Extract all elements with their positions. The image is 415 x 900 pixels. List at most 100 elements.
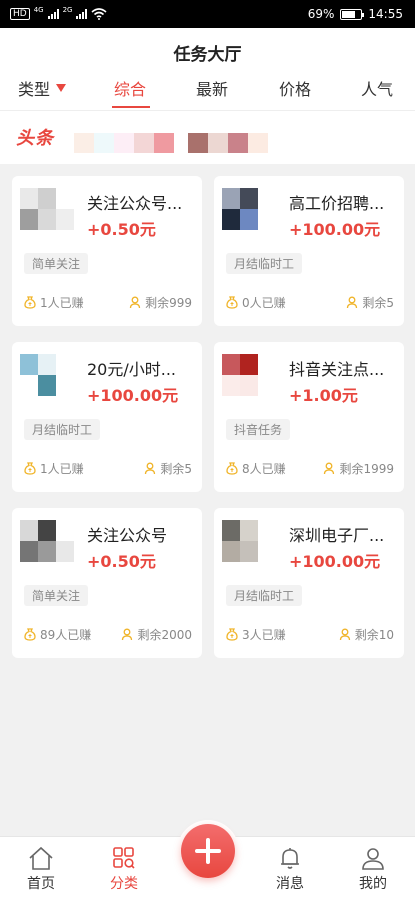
plus-icon xyxy=(181,824,235,878)
task-reward: +100.00元 xyxy=(289,552,381,571)
person-icon xyxy=(145,462,156,475)
bell-icon xyxy=(281,848,299,869)
nav-messages-label: 消息 xyxy=(276,876,304,892)
task-category-tag: 月结临时工 xyxy=(24,419,101,440)
task-stats: 1人已赚 剩余5 xyxy=(24,460,192,477)
remaining-count: 剩余5 xyxy=(144,460,192,477)
hd-indicator: HD xyxy=(10,8,30,20)
signal-icon xyxy=(76,9,88,19)
person-icon xyxy=(122,628,133,641)
task-title: 关注公众号... xyxy=(87,194,183,213)
remaining-count: 剩余999 xyxy=(129,294,192,311)
tab-type-label: 类型 xyxy=(18,80,51,99)
publish-task-button[interactable] xyxy=(177,820,239,882)
headline-image-tile xyxy=(248,133,268,153)
task-stats: 0人已赚 剩余5 xyxy=(226,294,394,311)
headline-tag: 头条 xyxy=(16,128,54,149)
battery-percent: 69% xyxy=(307,7,335,21)
task-reward: +100.00元 xyxy=(289,220,381,239)
task-thumbnail xyxy=(222,188,276,230)
remaining-count: 剩余2000 xyxy=(121,626,192,643)
task-card[interactable]: 20元/小时... +100.00元 月结临时工 1人已赚 剩余5 xyxy=(12,342,202,492)
money-bag-icon xyxy=(226,628,238,641)
dropdown-triangle-icon xyxy=(56,84,67,92)
task-category-tag: 月结临时工 xyxy=(226,253,303,274)
task-thumbnail xyxy=(20,520,74,562)
remaining-count: 剩余10 xyxy=(339,626,394,643)
headline-image-tile xyxy=(74,133,94,153)
task-card[interactable]: 高工价招聘... +100.00元月结临时工 0人已赚 剩余5 xyxy=(214,176,404,326)
page-title: 任务大厅 xyxy=(173,45,242,65)
earned-count-text: 1人已赚 xyxy=(40,296,84,310)
nav-messages[interactable]: 消息 xyxy=(260,845,320,893)
tab-price[interactable]: 价格 xyxy=(279,76,311,100)
nav-category-label: 分类 xyxy=(110,876,138,892)
nav-category[interactable]: 分类 xyxy=(94,845,154,893)
header: 任务大厅 类型 综合 最新 价格 人气 xyxy=(0,28,415,110)
status-bar: HD 4G 2G 69% 14:55 xyxy=(0,0,415,28)
task-reward: +0.50元 xyxy=(87,552,156,571)
earned-count: 89人已赚 xyxy=(24,626,91,643)
earned-count: 1人已赚 xyxy=(24,294,84,311)
task-title: 抖音关注点... xyxy=(289,360,385,379)
task-card[interactable]: 抖音关注点... +1.00元 抖音任务 8人已赚 剩余1999 xyxy=(214,342,404,492)
earned-count: 3人已赚 xyxy=(226,626,286,643)
headline-image-tile xyxy=(94,133,114,153)
tab-latest[interactable]: 最新 xyxy=(196,76,228,100)
headline-image-tile xyxy=(114,133,134,153)
task-thumbnail xyxy=(20,354,74,396)
task-stats: 3人已赚 剩余10 xyxy=(226,626,394,643)
task-card[interactable]: 关注公众号 +0.50元 简单关注 89人已赚 剩余2000 xyxy=(12,508,202,658)
money-bag-icon xyxy=(226,296,238,309)
task-thumbnail xyxy=(20,188,74,230)
nav-profile-label: 我的 xyxy=(359,876,387,892)
earned-count-text: 8人已赚 xyxy=(242,462,286,476)
nav-home[interactable]: 首页 xyxy=(11,845,71,893)
signal-icon xyxy=(47,9,59,19)
task-category-tag: 简单关注 xyxy=(24,253,89,274)
remaining-count-text: 剩余999 xyxy=(145,296,192,310)
remaining-count-text: 剩余10 xyxy=(354,628,394,642)
task-card[interactable]: 关注公众号... +0.50元 简单关注 1人已赚 剩余999 xyxy=(12,176,202,326)
task-reward: +100.00元 xyxy=(87,386,179,405)
earned-count: 1人已赚 xyxy=(24,460,84,477)
tab-popularity[interactable]: 人气 xyxy=(361,76,393,100)
grid-icon xyxy=(113,847,135,869)
network-type-label: 4G xyxy=(33,6,44,14)
earned-count-text: 3人已赚 xyxy=(242,628,286,642)
remaining-count-text: 剩余5 xyxy=(362,296,394,310)
headline-image-tile xyxy=(188,133,208,153)
task-title: 深圳电子厂... xyxy=(289,526,385,545)
filter-tabs: 类型 综合 最新 价格 人气 xyxy=(0,74,415,110)
earned-count-text: 1人已赚 xyxy=(40,462,84,476)
headline-banner[interactable]: 头条 xyxy=(0,110,415,164)
money-bag-icon xyxy=(24,296,36,309)
profile-icon xyxy=(362,848,384,870)
clock: 14:55 xyxy=(368,7,403,21)
remaining-count-text: 剩余5 xyxy=(160,462,192,476)
task-title: 关注公众号 xyxy=(87,526,168,545)
task-category-tag: 抖音任务 xyxy=(226,419,291,440)
person-icon xyxy=(339,628,350,641)
headline-image-tile xyxy=(208,133,228,153)
headline-image-tile xyxy=(228,133,248,153)
headline-image-tile xyxy=(174,133,188,153)
task-thumbnail xyxy=(222,354,276,396)
headline-image-tile xyxy=(134,133,154,153)
remaining-count-text: 剩余1999 xyxy=(339,462,394,476)
remaining-count: 剩余5 xyxy=(346,294,394,311)
task-title: 高工价招聘... xyxy=(289,194,385,213)
money-bag-icon xyxy=(24,628,36,641)
earned-count: 0人已赚 xyxy=(226,294,286,311)
task-stats: 8人已赚 剩余1999 xyxy=(226,460,394,477)
task-card[interactable]: 深圳电子厂... +100.00元月结临时工 3人已赚 剩余10 xyxy=(214,508,404,658)
battery-icon xyxy=(340,8,365,20)
person-icon xyxy=(129,296,141,309)
tab-type[interactable]: 类型 xyxy=(18,76,67,100)
nav-profile[interactable]: 我的 xyxy=(343,845,403,893)
money-bag-icon xyxy=(24,462,36,475)
task-category-tag: 月结临时工 xyxy=(226,585,303,606)
earned-count-text: 89人已赚 xyxy=(40,628,92,642)
tab-comprehensive[interactable]: 综合 xyxy=(114,76,146,100)
earned-count: 8人已赚 xyxy=(226,460,286,477)
